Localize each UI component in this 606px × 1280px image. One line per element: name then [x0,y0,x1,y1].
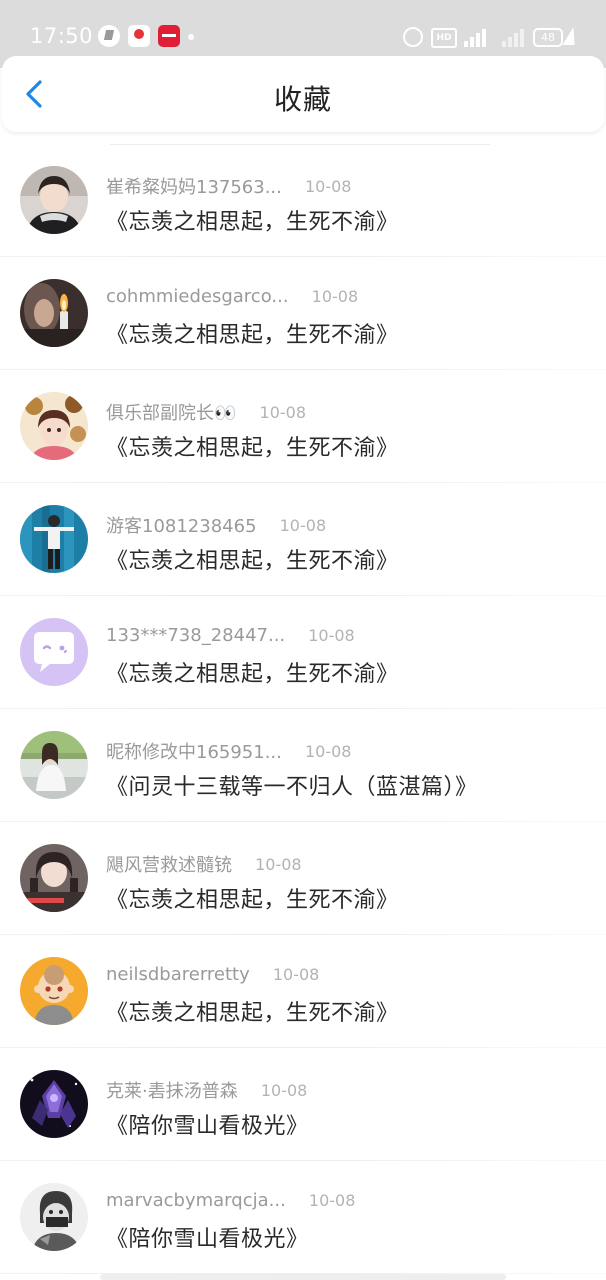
list-item[interactable]: 俱乐部副院长👀 10-08 《忘羡之相思起，生死不渝》 [0,370,606,483]
book-title[interactable]: 《忘羡之相思起，生死不渝》 [106,317,399,349]
nav-header: 收藏 [2,56,604,132]
username[interactable]: neilsdbarerretty [106,964,250,985]
signal-4g-icon [462,27,492,47]
date-label: 10-08 [259,402,307,422]
list-item[interactable]: 游客1081238465 10-08 《忘羡之相思起，生死不渝》 [0,483,606,596]
item-meta: 游客1081238465 10-08 [106,512,327,538]
list-item[interactable]: 133***738_28447... 10-08 《忘羡之相思起，生死不渝》 [0,596,606,709]
date-label: 10-08 [308,626,355,645]
list-item[interactable]: cohmmiedesgarco... 10-08 《忘羡之相思起，生死不渝》 [0,257,606,370]
news-app-icon [128,25,150,47]
date-label: 10-08 [304,176,352,196]
username[interactable]: 克莱·砉抹汤普森 [106,1077,238,1103]
date-label: 10-08 [255,854,302,874]
avatar[interactable] [20,505,88,573]
book-title[interactable]: 《忘羡之相思起，生死不渝》 [106,543,399,575]
avatar[interactable] [20,844,88,912]
item-meta: 133***738_28447... 10-08 [106,625,355,649]
navigation-app-icon [98,25,120,47]
username[interactable]: 俱乐部副院长👀 [106,399,236,425]
status-time: 17:50 [30,24,94,48]
hd-icon: HD [431,28,457,48]
date-label: 10-08 [311,287,359,306]
avatar[interactable] [20,392,88,460]
username[interactable]: 崔希粲妈妈137563... [106,173,282,199]
username[interactable]: 飓风营救述髓铳 [106,851,232,877]
avatar[interactable] [20,166,88,234]
book-title[interactable]: 《陪你雪山看极光》 [106,1108,309,1140]
list-item[interactable]: neilsdbarerretty 10-08 《忘羡之相思起，生死不渝》 [0,935,606,1048]
book-title[interactable]: 《问灵十三载等一不归人（蓝湛篇）》 [106,769,478,801]
book-title[interactable]: 《忘羡之相思起，生死不渝》 [106,430,399,462]
avatar[interactable] [20,1183,88,1251]
book-title[interactable]: 《陪你雪山看极光》 [106,1221,309,1253]
list-item[interactable]: marvacbymarqcja... 10-08 《陪你雪山看极光》 [0,1161,606,1274]
notification-dot-icon [188,34,194,40]
shopping-app-icon [158,25,180,47]
date-label: 10-08 [260,1080,308,1100]
signal-secondary-icon [500,27,524,47]
scroll-indicator [100,1274,506,1280]
username[interactable]: 游客1081238465 [106,512,257,538]
item-meta: marvacbymarqcja... 10-08 [106,1190,355,1214]
list-item[interactable]: 克莱·砉抹汤普森 10-08 《陪你雪山看极光》 [0,1048,606,1161]
item-meta: cohmmiedesgarco... 10-08 [106,286,358,310]
book-title[interactable]: 《忘羡之相思起，生死不渝》 [106,204,399,236]
avatar[interactable] [20,731,88,799]
username[interactable]: cohmmiedesgarco... [106,286,289,307]
favorites-list[interactable]: 崔希粲妈妈137563... 10-08 《忘羡之相思起，生死不渝》 cohmm… [0,144,606,1280]
list-item[interactable]: 飓风营救述髓铳 10-08 《忘羡之相思起，生死不渝》 [0,822,606,935]
book-title[interactable]: 《忘羡之相思起，生死不渝》 [106,656,399,688]
book-title[interactable]: 《忘羡之相思起，生死不渝》 [106,995,399,1027]
avatar[interactable] [20,1070,88,1138]
item-meta: 克莱·砉抹汤普森 10-08 [106,1077,308,1103]
list-item[interactable]: 昵称修改中165951... 10-08 《问灵十三载等一不归人（蓝湛篇）》 [0,709,606,822]
list-item[interactable]: 崔希粲妈妈137563... 10-08 《忘羡之相思起，生死不渝》 [0,144,606,257]
item-meta: 崔希粲妈妈137563... 10-08 [106,173,352,199]
date-label: 10-08 [308,1191,356,1210]
date-label: 10-08 [304,741,352,761]
username[interactable]: 昵称修改中165951... [106,738,282,764]
battery-icon: 48 [533,28,563,47]
username[interactable]: 133***738_28447... [106,625,285,646]
book-title[interactable]: 《忘羡之相思起，生死不渝》 [106,882,399,914]
charging-bolt-icon [562,27,580,45]
date-label: 10-08 [279,515,327,535]
avatar[interactable] [20,618,88,686]
avatar[interactable] [20,279,88,347]
item-meta: neilsdbarerretty 10-08 [106,964,319,988]
avatar[interactable] [20,957,88,1025]
item-meta: 飓风营救述髓铳 10-08 [106,851,302,877]
date-label: 10-08 [272,965,320,984]
item-meta: 俱乐部副院长👀 10-08 [106,399,307,425]
username[interactable]: marvacbymarqcja... [106,1190,286,1211]
item-meta: 昵称修改中165951... 10-08 [106,738,352,764]
page-title: 收藏 [273,83,332,116]
alarm-icon [403,27,423,47]
